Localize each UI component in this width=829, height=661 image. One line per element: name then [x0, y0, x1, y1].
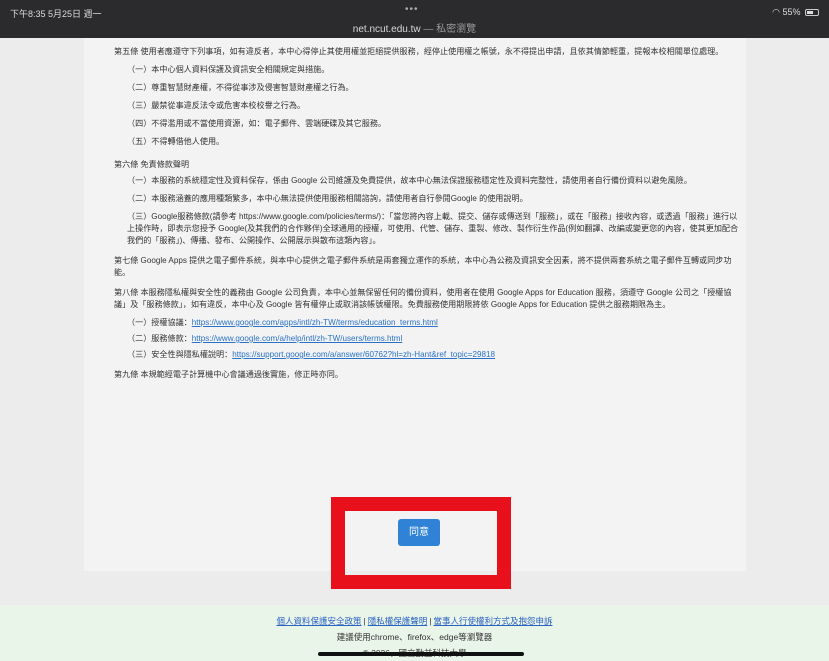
privacy-security-policy-link[interactable]: 個人資料保護安全政策: [277, 616, 362, 626]
url-text: net.ncut.edu.tw: [352, 24, 421, 35]
terms-link-prefix: （三）安全性與隱私權說明：: [127, 350, 233, 359]
terms-link-item: （三）安全性與隱私權說明：https://support.google.com/…: [114, 349, 739, 361]
status-indicators: ◠ 55%: [772, 7, 819, 18]
battery-percent: 55%: [782, 7, 801, 17]
home-indicator[interactable]: [318, 652, 524, 656]
battery-icon: [805, 9, 819, 17]
footer-links: 個人資料保護安全政策 | 隱私權保護聲明 | 當事人行使權利方式及抱怨申訴: [0, 615, 829, 627]
terms-link-prefix: （一）授權協議：: [127, 318, 192, 327]
terms-item: （五）不得轉借他人使用。: [127, 137, 225, 146]
terms-item: （三）嚴禁從事違反法令或危害本校校譽之行為。: [127, 101, 306, 110]
browser-top-bar: 下午8:35 5月25日 週一 ••• net.ncut.edu.tw — 私密…: [0, 0, 829, 38]
terms-section-5: 第五條 使用者應遵守下列事項，如有違反者，本中心得停止其使用權並拒絕提供服務，經…: [114, 47, 724, 56]
terms-card: 第五條 使用者應遵守下列事項，如有違反者，本中心得停止其使用權並拒絕提供服務，經…: [84, 38, 746, 571]
rights-complaint-link[interactable]: 當事人行使權利方式及抱怨申訴: [433, 616, 552, 626]
terms-section-9: 第九條 本規範經電子計算機中心會議通過後實施，修正時亦同。: [114, 370, 343, 379]
license-agreement-link[interactable]: https://www.google.com/apps/intl/zh-TW/t…: [192, 318, 438, 327]
terms-item: （四）不得濫用或不當使用資源，如：電子郵件、雲端硬碟及其它服務。: [127, 119, 387, 128]
address-bar[interactable]: net.ncut.edu.tw — 私密瀏覽: [0, 20, 829, 35]
more-dots-icon[interactable]: •••: [405, 4, 419, 15]
terms-item: （三）Google服務條款(請參考 https://www.google.com…: [127, 212, 739, 245]
terms-item: （一）本服務的系統穩定性及資料保存，係由 Google 公司維護及免費提供，故本…: [127, 176, 692, 185]
terms-content: 第五條 使用者應遵守下列事項，如有違反者，本中心得停止其使用權並拒絕提供服務，經…: [114, 46, 739, 381]
terms-item: （二）尊重智慧財產權，不得從事涉及侵害智慧財產權之行為。: [127, 83, 354, 92]
terms-section-6: 第六條 免責條款聲明: [114, 160, 190, 169]
terms-of-service-link[interactable]: https://www.google.com/a/help/intl/zh-TW…: [192, 334, 403, 343]
terms-link-item: （一）授權協議：https://www.google.com/apps/intl…: [114, 317, 739, 329]
terms-link-item: （二）服務條款：https://www.google.com/a/help/in…: [114, 333, 739, 345]
security-privacy-link[interactable]: https://support.google.com/a/answer/6076…: [232, 350, 495, 359]
highlight-box: [331, 497, 511, 589]
privacy-statement-link[interactable]: 隱私權保護聲明: [368, 616, 428, 626]
status-time: 下午8:35 5月25日 週一: [10, 9, 102, 19]
browser-hint: 建議使用chrome、firefox、edge等瀏覽器: [336, 632, 493, 642]
terms-item: （一）本中心個人資料保護及資訊安全相關規定與措施。: [127, 65, 330, 74]
terms-item: （二）本服務涵蓋的應用種類繁多，本中心無法提供使用服務相關諮詢，請使用者自行參閱…: [127, 194, 528, 203]
private-browsing-label: — 私密瀏覽: [423, 24, 477, 35]
terms-section-8: 第八條 本服務隱私權與安全性的義務由 Google 公司負責，本中心並無保留任何…: [114, 288, 732, 309]
terms-link-prefix: （二）服務條款：: [127, 334, 192, 343]
terms-section-7: 第七條 Google Apps 提供之電子郵件系統，與本中心提供之電子郵件系統是…: [114, 256, 732, 277]
wifi-icon: ◠: [772, 7, 780, 17]
